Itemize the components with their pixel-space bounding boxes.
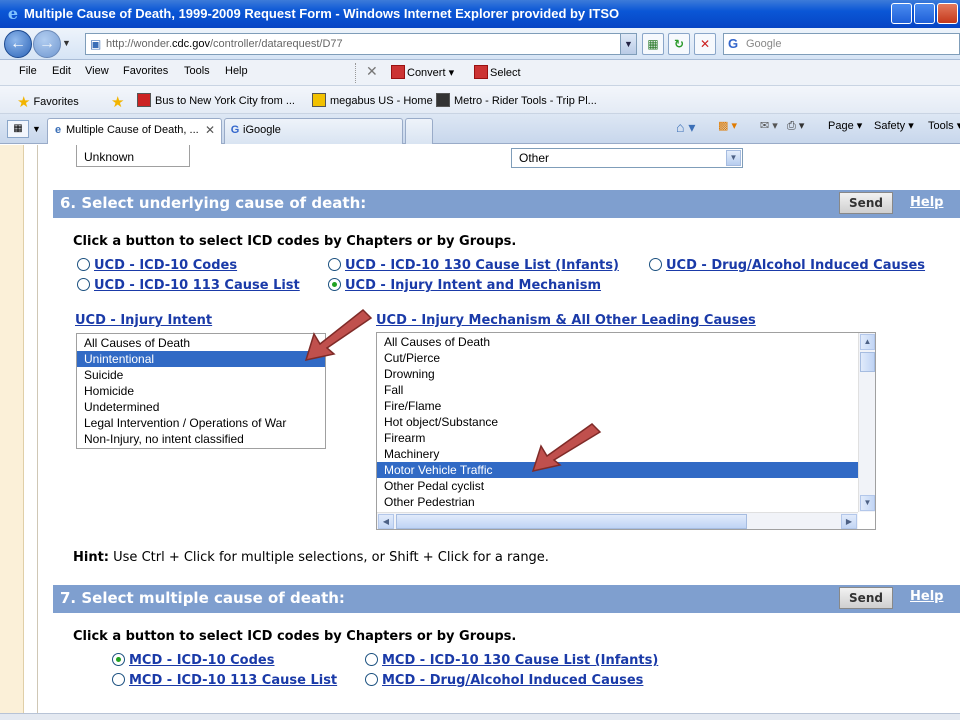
annotation-arrow-intent xyxy=(304,308,373,362)
annotation-arrow-mechanism xyxy=(531,423,602,473)
annotation-arrows xyxy=(304,308,602,473)
